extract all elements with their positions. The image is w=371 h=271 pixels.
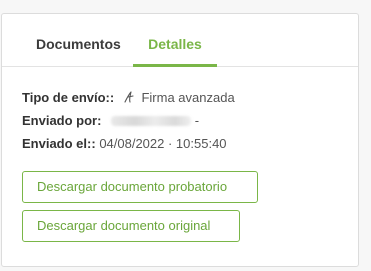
tab-details[interactable]: Detalles bbox=[133, 14, 217, 67]
active-tab-indicator bbox=[133, 64, 217, 67]
tab-documents[interactable]: Documentos bbox=[36, 14, 121, 66]
sent-by-suffix: - bbox=[194, 113, 200, 128]
sent-at-value: 04/08/2022 · 10:55:40 bbox=[99, 136, 227, 151]
sent-by-row: Enviado por: - bbox=[22, 113, 199, 128]
sent-at-label: Enviado el:: bbox=[22, 136, 96, 151]
tab-bar: Documentos Detalles bbox=[2, 14, 358, 67]
sent-at-row: Enviado el:: 04/08/2022 · 10:55:40 bbox=[22, 136, 227, 151]
send-type-value: Firma avanzada bbox=[141, 90, 235, 105]
signature-icon bbox=[124, 91, 134, 103]
details-card: Documentos Detalles Tipo de envío:: Firm… bbox=[1, 13, 359, 267]
send-type-row: Tipo de envío:: Firma avanzada bbox=[22, 90, 235, 105]
download-original-button[interactable]: Descargar documento original bbox=[22, 210, 240, 242]
tab-details-label: Detalles bbox=[148, 36, 202, 52]
send-type-label: Tipo de envío:: bbox=[22, 90, 115, 105]
download-proof-button[interactable]: Descargar documento probatorio bbox=[22, 171, 258, 203]
sent-by-label: Enviado por: bbox=[22, 113, 102, 128]
redacted-sender bbox=[111, 116, 192, 126]
